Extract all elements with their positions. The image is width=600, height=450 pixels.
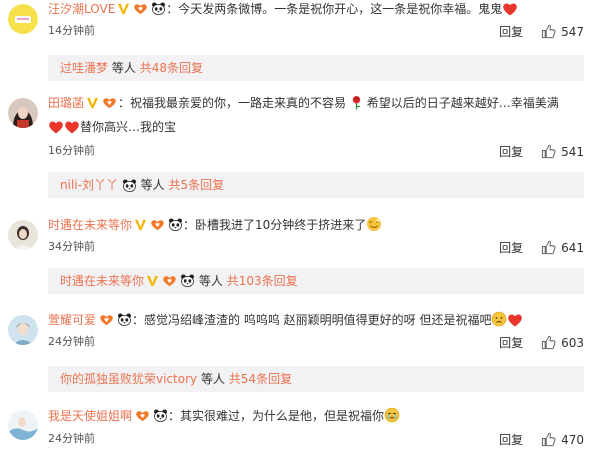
comment-time: 24分钟前 <box>48 335 95 348</box>
comment-text: ：其实很难过，为什么是他，但是祝福你 <box>168 409 385 423</box>
comment-actions: 回复 541 <box>499 143 584 160</box>
comment-text: ：感觉冯绍峰渣渣的 呜呜呜 赵丽颖明明值得更好的呀 但还是祝福吧 <box>132 313 492 327</box>
heart-emoji-icon <box>48 120 64 134</box>
heart-emoji-icon <box>502 2 518 16</box>
thumbs-up-icon <box>541 24 556 39</box>
avatar[interactable] <box>8 220 38 250</box>
username[interactable]: 萱耀可爱 <box>48 313 96 327</box>
comment-text-line2: 替你高兴…我的宝 <box>80 120 177 134</box>
like-button[interactable]: 603 <box>541 335 584 350</box>
panda-icon <box>151 2 166 15</box>
comment-actions: 回复 547 <box>499 23 584 40</box>
sub-reply-bar: 时遇在未来等你 等人 共103条回复 <box>48 268 584 294</box>
dizzy-star-emoji-icon <box>366 216 382 232</box>
fan-badge-icon <box>98 313 115 326</box>
like-count: 470 <box>561 432 584 447</box>
thumbs-up-icon <box>541 432 556 447</box>
username[interactable]: 时遇在未来等你 <box>48 218 132 232</box>
comment-text: ：今天发两条微博。一条是祝你开心，这一条是祝你幸福。鬼鬼 <box>166 2 503 16</box>
reply-button[interactable]: 回复 <box>499 334 523 351</box>
sub-reply-etc: 等人 <box>111 61 136 75</box>
like-count: 541 <box>561 144 584 159</box>
like-button[interactable]: 547 <box>541 24 584 39</box>
fan-badge-icon <box>161 274 178 287</box>
fan-badge-icon <box>101 96 118 109</box>
username[interactable]: 汪汐潮LOVE <box>48 2 115 16</box>
panda-icon <box>153 409 168 422</box>
heart-emoji-icon <box>507 313 523 327</box>
username[interactable]: 我是天使姐姐啊 <box>48 409 132 423</box>
verified-v-icon <box>117 2 130 15</box>
panda-icon <box>117 313 132 326</box>
like-button[interactable]: 541 <box>541 144 584 159</box>
crying-face-emoji-icon <box>384 407 400 423</box>
comment-actions: 回复 470 <box>499 431 584 448</box>
sub-reply-count-link[interactable]: 共103条回复 <box>227 274 298 288</box>
sub-reply-count-link[interactable]: 共5条回复 <box>168 178 224 192</box>
comment-text-continued: 希望以后的日子越来越好…幸福美满 <box>366 96 559 110</box>
sub-reply-user[interactable]: 过哇潘梦 <box>60 61 108 75</box>
sub-reply-bar: 你的孤独虽败犹荣victory 等人 共54条回复 <box>48 366 584 392</box>
like-button[interactable]: 641 <box>541 240 584 255</box>
reply-button[interactable]: 回复 <box>499 23 523 40</box>
fan-badge-icon <box>132 2 149 15</box>
fan-badge-icon <box>134 409 151 422</box>
comment-text: ：祝福我最亲爱的你，一路走来真的不容易 <box>118 96 347 110</box>
sub-reply-user[interactable]: nili-刘丫丫 <box>60 178 118 192</box>
comment-actions: 回复 603 <box>499 334 584 351</box>
panda-icon <box>122 179 137 192</box>
avatar[interactable] <box>8 410 38 440</box>
verified-v-icon <box>146 274 159 287</box>
thumbs-up-icon <box>541 335 556 350</box>
comment-actions: 回复 641 <box>499 239 584 256</box>
like-button[interactable]: 470 <box>541 432 584 447</box>
sub-reply-etc: 等人 <box>198 274 223 288</box>
reply-button[interactable]: 回复 <box>499 143 523 160</box>
like-count: 641 <box>561 240 584 255</box>
comment-time: 14分钟前 <box>48 24 95 37</box>
sub-reply-count-link[interactable]: 共48条回复 <box>140 61 203 75</box>
username[interactable]: 田璐菡 <box>48 96 84 110</box>
verified-v-icon <box>134 218 147 231</box>
reply-button[interactable]: 回复 <box>499 239 523 256</box>
sub-reply-etc: 等人 <box>200 372 225 386</box>
comment-text: ：卧槽我进了10分钟终于挤进来了 <box>183 218 367 232</box>
comment-time: 16分钟前 <box>48 144 95 157</box>
like-count: 547 <box>561 24 584 39</box>
sub-reply-etc: 等人 <box>140 178 165 192</box>
rose-emoji-icon <box>350 95 363 110</box>
thumbs-up-icon <box>541 144 556 159</box>
like-count: 603 <box>561 335 584 350</box>
avatar[interactable] <box>8 315 38 345</box>
sub-reply-bar: nili-刘丫丫 等人 共5条回复 <box>48 172 584 198</box>
panda-icon <box>168 218 183 231</box>
sub-reply-count-link[interactable]: 共54条回复 <box>229 372 292 386</box>
verified-v-icon <box>86 96 99 109</box>
avatar[interactable] <box>8 4 38 34</box>
comment-time: 24分钟前 <box>48 432 95 445</box>
sub-reply-bar: 过哇潘梦 等人 共48条回复 <box>48 55 584 81</box>
fan-badge-icon <box>149 218 166 231</box>
reply-button[interactable]: 回复 <box>499 431 523 448</box>
heart-emoji-icon <box>64 120 80 134</box>
panda-icon <box>180 274 195 287</box>
avatar[interactable] <box>8 98 38 128</box>
sad-face-emoji-icon <box>491 311 507 327</box>
thumbs-up-icon <box>541 240 556 255</box>
comment-time: 34分钟前 <box>48 240 95 253</box>
sub-reply-user[interactable]: 你的孤独虽败犹荣victory <box>60 372 197 386</box>
sub-reply-user[interactable]: 时遇在未来等你 <box>60 274 144 288</box>
